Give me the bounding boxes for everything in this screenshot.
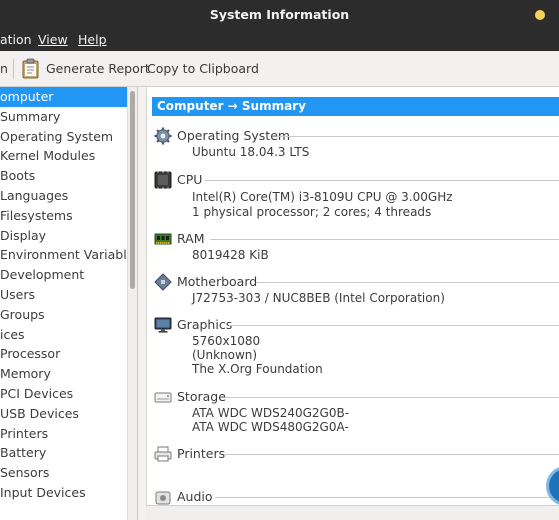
menu-help-label: Help	[78, 32, 107, 47]
section-title: CPU	[177, 172, 203, 187]
motherboard-value: J72753-303 / NUC8BEB (Intel Corporation)	[192, 291, 445, 305]
section-printers: Printers	[147, 445, 559, 465]
menu-file[interactable]: ation	[0, 32, 32, 47]
motherboard-icon	[154, 273, 172, 291]
cpu-topology-value: 1 physical processor; 2 cores; 4 threads	[192, 205, 432, 219]
os-value: Ubuntu 18.04.3 LTS	[192, 145, 310, 159]
section-graphics: Graphics 5760x1080 (Unknown) The X.Org F…	[147, 316, 559, 378]
generate-report-button[interactable]: Generate Report	[46, 61, 150, 76]
sidebar-scrollbar[interactable]	[127, 87, 138, 520]
gear-icon	[154, 127, 172, 145]
menu-help[interactable]: Help	[78, 32, 107, 47]
cpu-chip-icon	[154, 171, 172, 189]
sidebar-item-devices[interactable]: ices	[0, 325, 127, 345]
sidebar-item-display[interactable]: Display	[0, 226, 127, 246]
menu-view-label: View	[38, 32, 68, 47]
section-divider	[256, 282, 559, 283]
page-title: Computer → Summary	[152, 97, 559, 116]
section-divider	[225, 454, 559, 455]
sidebar-item-processor[interactable]: Processor	[0, 344, 127, 364]
sidebar-item-memory[interactable]: Memory	[0, 364, 127, 384]
section-title: Audio	[177, 489, 213, 504]
sidebar-item-computer[interactable]: omputer	[0, 87, 127, 107]
sidebar-item-kernel-modules[interactable]: Kernel Modules	[0, 146, 127, 166]
section-divider	[215, 497, 559, 498]
sidebar-item-environment-variables[interactable]: Environment Variables	[0, 245, 127, 265]
section-cpu: CPU Intel(R) Core(TM) i3-8109U CPU @ 3.0…	[147, 171, 559, 221]
section-title: Operating System	[177, 128, 291, 143]
section-title: Graphics	[177, 317, 233, 332]
toolbar-separator	[13, 59, 14, 79]
ram-value: 8019428 KiB	[192, 248, 269, 262]
section-title: Printers	[177, 446, 226, 461]
pane-splitter[interactable]	[138, 87, 146, 520]
section-storage: Storage ATA WDC WDS240G2G0B- ATA WDC WDS…	[147, 388, 559, 434]
toolbar: n Generate Report Copy to Clipboard	[0, 51, 559, 87]
hard-drive-icon	[154, 392, 172, 403]
window-title: System Information	[209, 7, 350, 22]
section-divider	[210, 239, 559, 240]
horizontal-scrollbar[interactable]	[146, 505, 559, 520]
sidebar-item-usb-devices[interactable]: USB Devices	[0, 404, 127, 424]
sidebar-item-battery[interactable]: Battery	[0, 443, 127, 463]
printer-icon	[154, 446, 172, 462]
section-audio: Audio	[147, 488, 559, 505]
sidebar-item-filesystems[interactable]: Filesystems	[0, 206, 127, 226]
sidebar-item-boots[interactable]: Boots	[0, 166, 127, 186]
section-divider	[225, 397, 559, 398]
cpu-model-value: Intel(R) Core(TM) i3-8109U CPU @ 3.00GHz	[192, 190, 453, 204]
sidebar-item-languages[interactable]: Languages	[0, 186, 127, 206]
section-title: RAM	[177, 231, 205, 246]
section-ram: RAM 8019428 KiB	[147, 230, 559, 266]
clipboard-icon	[22, 58, 39, 79]
sidebar-item-summary[interactable]: Summary	[0, 107, 127, 127]
sidebar-item-sensors[interactable]: Sensors	[0, 463, 127, 483]
sidebar-item-users[interactable]: Users	[0, 285, 127, 305]
title-bar: System Information	[0, 0, 559, 29]
summary-panel: Computer → Summary Operating System Ubun…	[146, 87, 559, 505]
sidebar-item-development[interactable]: Development	[0, 265, 127, 285]
sidebar-item-printers[interactable]: Printers	[0, 424, 127, 444]
section-divider	[277, 136, 559, 137]
memory-stick-icon	[154, 233, 172, 245]
graphics-resolution-value: 5760x1080	[192, 334, 261, 348]
sidebar-item-pci-devices[interactable]: PCI Devices	[0, 384, 127, 404]
toolbar-partial-button[interactable]: n	[0, 61, 8, 76]
section-title: Storage	[177, 389, 226, 404]
sidebar-item-operating-system[interactable]: Operating System	[0, 127, 127, 147]
sidebar-scrollbar-thumb[interactable]	[130, 91, 135, 289]
sidebar-item-input-devices[interactable]: Input Devices	[0, 483, 127, 503]
section-divider	[229, 325, 559, 326]
speaker-icon	[155, 491, 171, 505]
minimize-button[interactable]	[535, 10, 545, 20]
sidebar-item-groups[interactable]: Groups	[0, 305, 127, 325]
graphics-vendor-value: The X.Org Foundation	[192, 362, 323, 376]
section-title: Motherboard	[177, 274, 258, 289]
storage-drive-1: ATA WDC WDS240G2G0B-	[192, 406, 350, 420]
section-motherboard: Motherboard J72753-303 / NUC8BEB (Intel …	[147, 273, 559, 309]
copy-to-clipboard-button[interactable]: Copy to Clipboard	[147, 61, 259, 76]
storage-drive-2: ATA WDC WDS480G2G0A-	[192, 420, 349, 434]
menu-view[interactable]: View	[38, 32, 68, 47]
sidebar: omputer Summary Operating System Kernel …	[0, 87, 127, 520]
menu-bar: ation View Help	[0, 29, 559, 51]
graphics-renderer-value: (Unknown)	[192, 348, 258, 362]
section-divider	[205, 180, 559, 181]
section-operating-system: Operating System Ubuntu 18.04.3 LTS	[147, 127, 559, 167]
monitor-icon	[154, 317, 172, 333]
